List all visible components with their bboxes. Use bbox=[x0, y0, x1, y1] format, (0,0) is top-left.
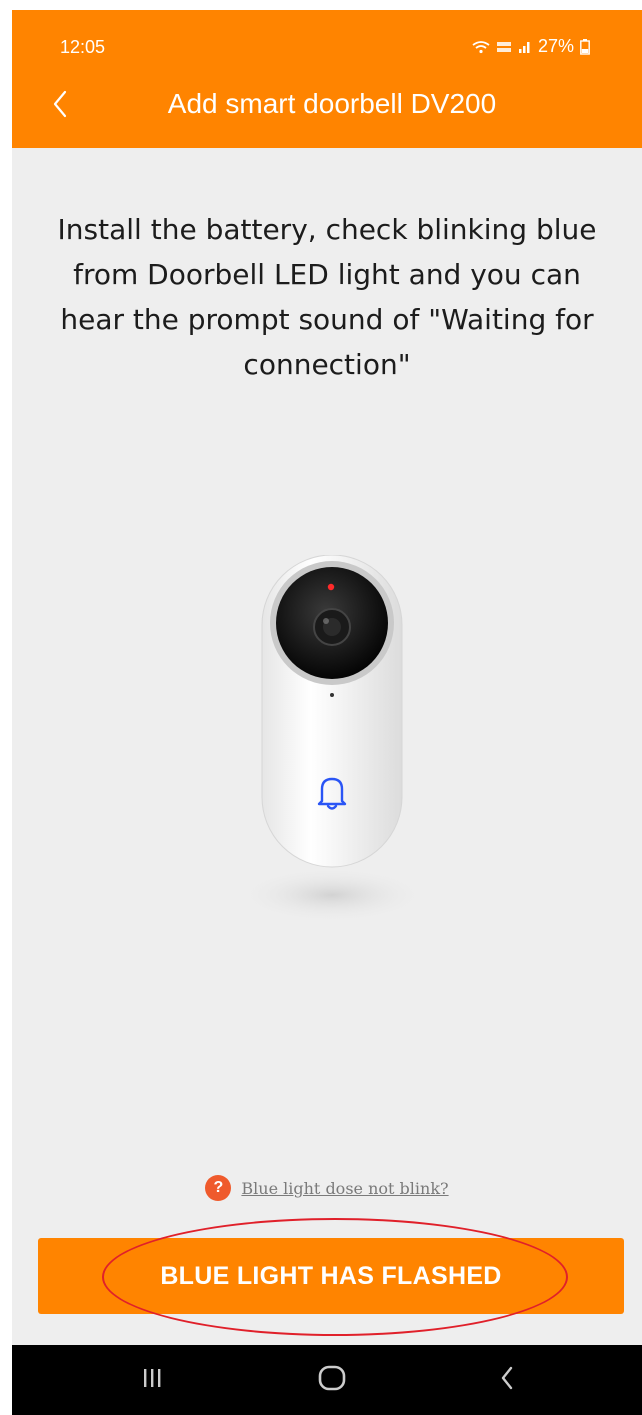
app-header: 12:05 27% Add smart doorbell DV200 bbox=[12, 10, 642, 148]
instructions-text: Install the battery, check blinking blue… bbox=[57, 213, 597, 381]
recent-apps-icon bbox=[142, 1367, 162, 1394]
status-icons: 27% bbox=[472, 36, 590, 57]
page-title: Add smart doorbell DV200 bbox=[167, 88, 497, 119]
wifi-icon bbox=[472, 40, 490, 54]
signal-icon bbox=[518, 40, 532, 54]
screen: 12:05 27% Add smart doorbell DV200 Insta… bbox=[12, 10, 642, 1415]
battery-percent: 27% bbox=[537, 36, 574, 56]
question-circle-icon: ? bbox=[205, 1175, 232, 1201]
doorbell-illustration bbox=[222, 554, 442, 935]
recent-apps-button[interactable] bbox=[112, 1345, 192, 1415]
home-button[interactable] bbox=[292, 1345, 372, 1415]
system-nav-bar bbox=[12, 1345, 642, 1415]
blue-light-flashed-button[interactable]: BLUE LIGHT HAS FLASHED bbox=[38, 1238, 624, 1314]
volte-icon bbox=[496, 40, 512, 54]
back-icon bbox=[500, 1366, 514, 1395]
home-icon bbox=[318, 1365, 346, 1396]
status-time: 12:05 bbox=[60, 37, 106, 57]
blue-light-help-link[interactable]: Blue light dose not blink? bbox=[241, 1179, 448, 1198]
nav-back-button[interactable] bbox=[467, 1345, 547, 1415]
help-row: ? Blue light dose not blink? bbox=[12, 1175, 642, 1201]
battery-icon bbox=[580, 38, 590, 55]
